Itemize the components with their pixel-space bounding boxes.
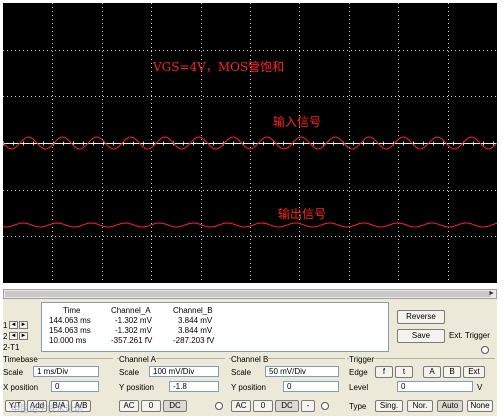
channel-b-scale-field[interactable]: 50 mV/Div (265, 366, 339, 377)
trigger-single-button[interactable]: Sing. (375, 400, 403, 412)
ext-trigger-radio[interactable] (481, 346, 489, 354)
trigger-none-button[interactable]: None (467, 400, 493, 412)
trigger-source-b-button[interactable]: B (443, 366, 461, 378)
channel-b-ac-button[interactable]: AC (231, 400, 251, 412)
row3-channel-a: -357.261 fV (111, 336, 153, 345)
cursor-delta-label: 2-T1 (3, 343, 20, 352)
row1-time: 144.063 ms (49, 316, 91, 325)
control-panel: 1 ◄ ► 2 ◄ ► 2-T1 Time Channel_A Channel_… (3, 299, 497, 416)
trigger-source-a-button[interactable]: A (423, 366, 441, 378)
trigger-source-ext-button[interactable]: Ext (463, 366, 485, 378)
channel-a-scale-field[interactable]: 100 mV/Div (149, 366, 219, 377)
channel-b-scale-label: Scale (231, 368, 252, 377)
timebase-scale-label: Scale (3, 368, 24, 377)
col-header-channel-b: Channel_B (173, 306, 213, 315)
trigger-title: Trigger (349, 355, 375, 364)
channel-a-ypos-field[interactable]: -1.8 (169, 381, 219, 392)
edge-falling-button[interactable]: t (395, 366, 413, 378)
reverse-button[interactable]: Reverse (397, 310, 445, 324)
cursor-1-left-icon[interactable]: ◄ (9, 321, 18, 329)
row2-time: 154.063 ms (49, 326, 91, 335)
row1-channel-a: -1.302 mV (115, 316, 152, 325)
cursor-2-label: 2 (3, 332, 8, 341)
scrollbar-thumb[interactable] (5, 291, 491, 297)
ext-trigger-label: Ext. Trigger (449, 331, 490, 340)
col-header-channel-a: Channel_A (111, 306, 151, 315)
cursor-1-right-icon[interactable]: ► (19, 321, 28, 329)
trigger-level-field[interactable]: 0 (397, 381, 473, 392)
annotation-output-signal: 输出信号 (278, 207, 327, 221)
oscilloscope-display: VGS=4V，MOS管饱和 输入信号 输出信号 (3, 3, 497, 283)
trigger-auto-button[interactable]: Auto (437, 400, 463, 412)
timebase-xpos-field[interactable]: 0 (51, 381, 99, 392)
channel-a-ypos-label: Y position (119, 383, 154, 392)
trigger-level-label: Level (349, 383, 369, 392)
row2-channel-b: 3.844 mV (178, 326, 213, 335)
channel-b-title: Channel B (231, 355, 269, 364)
timebase-scale-field[interactable]: 1 ms/Div (33, 366, 99, 377)
trigger-edge-label: Edge (349, 368, 368, 377)
measurement-table (41, 302, 389, 352)
scroll-right-icon[interactable]: ► (488, 290, 495, 298)
channel-a-scale-label: Scale (119, 368, 140, 377)
cursor-2-right-icon[interactable]: ► (19, 332, 28, 340)
channel-b-ypos-label: Y position (231, 383, 266, 392)
channel-a-dc-button[interactable]: DC (163, 400, 187, 412)
row2-channel-a: -1.302 mV (115, 326, 152, 335)
col-header-time: Time (63, 306, 81, 315)
channel-b-ypos-field[interactable]: 0 (283, 381, 339, 392)
row1-channel-b: 3.844 mV (178, 316, 213, 325)
channel-b-radio[interactable] (321, 402, 329, 410)
channel-b-invert-button[interactable]: - (301, 400, 315, 412)
annotation-condition: VGS=4V，MOS管饱和 (153, 60, 285, 74)
trigger-level-unit: V (477, 383, 483, 392)
annotation-input-signal: 输入信号 (273, 115, 322, 129)
scope-grid-and-traces (3, 3, 497, 283)
edge-rising-button[interactable]: f (375, 366, 393, 378)
channel-b-dc-button[interactable]: DC (275, 400, 299, 412)
channel-a-zero-button[interactable]: 0 (141, 400, 161, 412)
channel-b-zero-button[interactable]: 0 (253, 400, 273, 412)
row3-channel-b: -287.203 fV (173, 336, 215, 345)
channel-a-title: Channel A (119, 355, 156, 364)
trigger-type-label: Type (349, 402, 367, 411)
save-button[interactable]: Save (397, 329, 445, 343)
horizontal-scrollbar[interactable]: ► (3, 289, 497, 299)
watermark-text: 中国电子技术论坛 (11, 404, 84, 414)
trigger-normal-button[interactable]: Nor. (407, 400, 433, 412)
cursor-2-left-icon[interactable]: ◄ (9, 332, 18, 340)
channel-a-ac-button[interactable]: AC (119, 400, 139, 412)
timebase-title: Timebase (3, 355, 38, 364)
row3-time: 10.000 ms (49, 336, 87, 345)
timebase-xpos-label: X position (3, 383, 39, 392)
channel-a-radio[interactable] (215, 402, 223, 410)
cursor-1-label: 1 (3, 321, 8, 330)
